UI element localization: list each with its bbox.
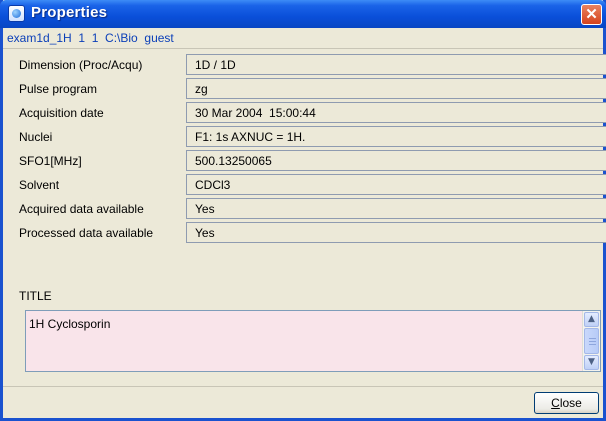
property-value: Yes <box>186 198 606 219</box>
property-label: Nuclei <box>19 130 53 144</box>
property-value: 1D / 1D <box>186 54 606 75</box>
property-label: Acquired data available <box>19 202 144 216</box>
property-value: 30 Mar 2004 15:00:44 <box>186 102 606 123</box>
property-row: Solvent CDCl3 <box>13 173 606 197</box>
property-label: Dimension (Proc/Acqu) <box>19 58 143 72</box>
window-title: Properties <box>31 4 108 21</box>
header-divider <box>3 48 603 49</box>
property-row: Acquired data available Yes <box>13 197 606 221</box>
title-textarea[interactable]: 1H Cyclosporin ▲ ▼ <box>25 310 601 372</box>
property-row: Acquisition date 30 Mar 2004 15:00:44 <box>13 101 606 125</box>
thumb-grip <box>589 338 596 339</box>
property-value: CDCl3 <box>186 174 606 195</box>
thumb-grip <box>589 341 596 342</box>
property-label: Pulse program <box>19 82 98 96</box>
footer-divider <box>3 386 603 387</box>
property-label: SFO1[MHz] <box>19 154 82 168</box>
close-icon[interactable]: ✕ <box>581 4 602 25</box>
property-row: Dimension (Proc/Acqu) 1D / 1D <box>13 53 606 77</box>
scroll-down-icon[interactable]: ▼ <box>584 355 599 370</box>
property-value: Yes <box>186 222 606 243</box>
thumb-grip <box>589 344 596 345</box>
property-label: Processed data available <box>19 226 154 240</box>
close-button[interactable]: Close <box>534 392 599 414</box>
property-value: 500.13250065 <box>186 150 606 171</box>
title-text: 1H Cyclosporin <box>29 317 111 331</box>
title-scrollbar[interactable]: ▲ ▼ <box>582 311 600 371</box>
property-row: Processed data available Yes <box>13 221 606 245</box>
property-label: Acquisition date <box>19 106 104 120</box>
close-button-mnemonic: C <box>551 396 560 410</box>
title-section-label: TITLE <box>19 289 52 303</box>
title-bar[interactable]: Properties ✕ <box>0 0 606 28</box>
scroll-thumb[interactable] <box>584 328 599 354</box>
scroll-up-icon[interactable]: ▲ <box>584 312 599 327</box>
property-label: Solvent <box>19 178 60 192</box>
property-row: SFO1[MHz] 500.13250065 <box>13 149 606 173</box>
property-value: zg <box>186 78 606 99</box>
property-value: F1: 1s AXNUC = 1H. <box>186 126 606 147</box>
close-button-label: lose <box>559 396 582 410</box>
dataset-path: exam1d_1H 1 1 C:\Bio guest <box>7 31 174 45</box>
property-row: Nuclei F1: 1s AXNUC = 1H. <box>13 125 606 149</box>
bruker-app-icon <box>8 5 25 22</box>
property-row: Pulse program zg <box>13 77 606 101</box>
properties-table: Dimension (Proc/Acqu) 1D / 1D Pulse prog… <box>13 53 606 245</box>
properties-dialog: Properties ✕ exam1d_1H 1 1 C:\Bio guest … <box>0 0 606 421</box>
